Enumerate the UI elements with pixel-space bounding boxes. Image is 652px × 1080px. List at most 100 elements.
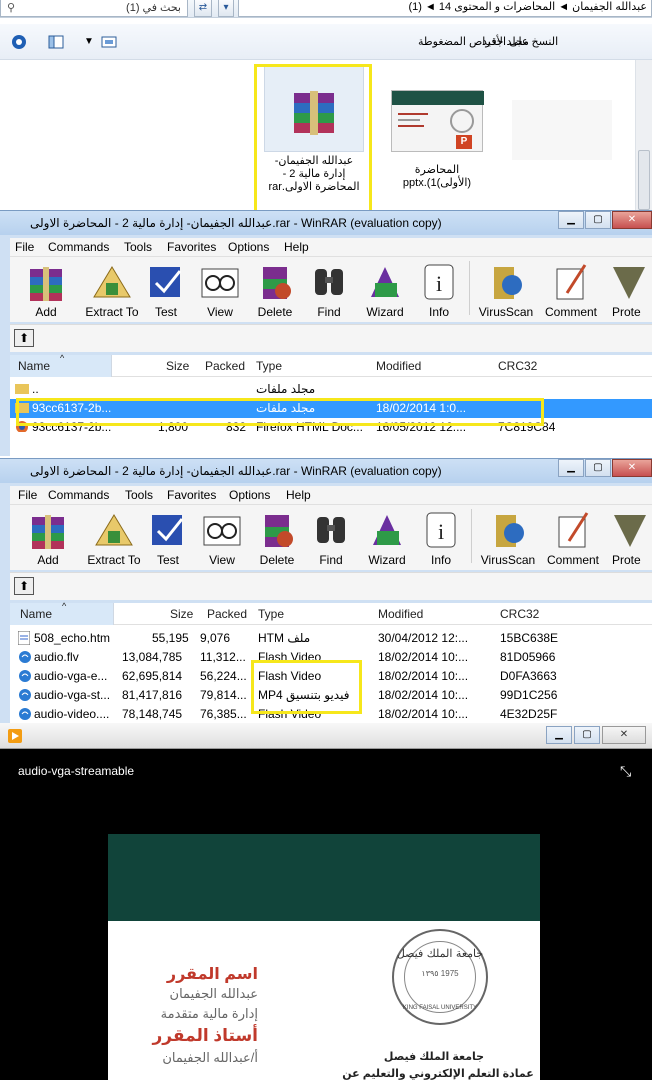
table-row[interactable]: audio-vga-e... 62,695,814 56,224... Flas… [10, 667, 652, 686]
file-item-rar[interactable]: عبدالله الجفيمان- إدارة مالية 2 - المحاض… [264, 66, 364, 194]
minimize-button[interactable]: ▁ [558, 211, 584, 229]
virusscan-button[interactable]: VirusScan [476, 257, 536, 321]
toolbar-separator [469, 261, 470, 315]
file-item-pptx[interactable]: P المحاضرة (الأولى)1).pptx [388, 90, 486, 190]
university-logo: جامعة الملك فيصل ١٣٩٥ 1975 KING FAISAL U… [392, 929, 488, 1025]
refresh-button[interactable]: ⇄ [194, 0, 212, 17]
menu-favorites[interactable]: Favorites [167, 240, 216, 254]
wizard-button[interactable]: Wizard [356, 257, 414, 321]
menu-options[interactable]: Options [228, 240, 269, 254]
menu-help[interactable]: Help [284, 240, 309, 254]
table-row-selected[interactable]: 93cc6137-2b... مجلد ملفات 18/02/2014 1:0… [10, 399, 652, 418]
delete-button[interactable]: Delete [248, 505, 306, 569]
test-button[interactable]: Test [140, 505, 196, 569]
preview-pane-icon[interactable] [48, 34, 64, 50]
minimize-button[interactable]: ▁ [546, 726, 572, 744]
test-button[interactable]: Test [138, 257, 194, 321]
minimize-button[interactable]: ▁ [558, 459, 584, 477]
help-icon[interactable] [11, 34, 27, 50]
window-title: عبدالله الجفيمان- إدارة مالية 2 - المحاض… [30, 464, 442, 478]
up-folder-button[interactable]: ⬆ [14, 329, 34, 347]
menu-options[interactable]: Options [229, 488, 270, 502]
close-button[interactable]: ✕ [602, 726, 646, 744]
close-button[interactable]: ✕ [612, 211, 652, 229]
menu-tools[interactable]: Tools [125, 488, 153, 502]
vertical-scrollbar[interactable] [635, 60, 652, 215]
maximize-button[interactable]: ▢ [585, 459, 611, 477]
menu-commands[interactable]: Commands [48, 240, 109, 254]
history-dropdown-button[interactable]: ▾ [218, 0, 234, 17]
col-type[interactable]: Type [256, 359, 282, 373]
protect-button[interactable]: Prote [606, 257, 652, 321]
add-button[interactable]: Add [17, 257, 75, 321]
title-bar: عبدالله الجفيمان- إدارة مالية 2 - المحاض… [0, 459, 652, 483]
address-bar-row: ⚲ بحث في (1) ⇄ ▾ عبدالله الجفيمان ◄ المح… [0, 0, 652, 18]
maximize-button[interactable]: ▢ [574, 726, 600, 744]
info-button[interactable]: i Info [412, 505, 470, 569]
menu-help[interactable]: Help [286, 488, 311, 502]
view-button[interactable]: View [191, 257, 249, 321]
col-size[interactable]: Size [170, 607, 193, 621]
comment-button[interactable]: Comment [542, 505, 604, 569]
add-button[interactable]: Add [19, 505, 77, 569]
title-bar: عبدالله الجفيمان- إدارة مالية 2 - المحاض… [0, 211, 652, 235]
col-modified[interactable]: Modified [376, 359, 421, 373]
table-row[interactable]: .. مجلد ملفات [10, 380, 652, 399]
find-button[interactable]: Find [302, 505, 360, 569]
col-crc32[interactable]: CRC32 [498, 359, 537, 373]
breadcrumb[interactable]: عبدالله الجفيمان ◄ المحاضرات و المحتوى 1… [238, 0, 652, 17]
view-button[interactable]: View [193, 505, 251, 569]
view-options-icon[interactable] [101, 34, 117, 50]
test-icon [146, 263, 186, 301]
up-folder-button[interactable]: ⬆ [14, 577, 34, 595]
info-button[interactable]: i Info [410, 257, 468, 321]
menu-tools[interactable]: Tools [124, 240, 152, 254]
col-crc32[interactable]: CRC32 [500, 607, 539, 621]
comment-button[interactable]: Comment [540, 257, 602, 321]
table-row[interactable]: audio-video.... 78,148,745 76,385... Fla… [10, 705, 652, 724]
col-name[interactable]: Name [18, 359, 50, 373]
teacher-name: أ/عبدالله الجفيمان [162, 1050, 258, 1065]
video-file-icon [18, 707, 32, 724]
protect-button[interactable]: Prote [608, 505, 652, 569]
find-button[interactable]: Find [300, 257, 358, 321]
extract-to-button[interactable]: Extract To [79, 505, 149, 569]
wizard-button[interactable]: Wizard [358, 505, 416, 569]
pptx-thumbnail: P [391, 90, 484, 152]
info-icon: i [419, 263, 459, 301]
file-list: .. مجلد ملفات 93cc6137-2b... مجلد ملفات … [10, 377, 652, 457]
folder-icon [15, 401, 29, 416]
menu-file[interactable]: File [18, 488, 37, 502]
virusscan-button[interactable]: VirusScan [478, 505, 538, 569]
close-button[interactable]: ✕ [612, 459, 652, 477]
instructor-name: عبدالله الجفيمان [169, 986, 258, 1001]
table-row[interactable]: 508_echo.htm 55,195 9,076 HTM ملف 30/04/… [10, 629, 652, 648]
find-icon [309, 263, 349, 301]
menu-commands[interactable]: Commands [48, 488, 109, 502]
fullscreen-exit-icon[interactable]: ⤡ [620, 763, 636, 779]
burn-button[interactable]: النسخ على الأقراص المضغوطة [418, 35, 558, 48]
extract-icon [92, 263, 132, 301]
col-packed[interactable]: Packed [205, 359, 245, 373]
menu-file[interactable]: File [15, 240, 34, 254]
menu-favorites[interactable]: Favorites [167, 488, 216, 502]
col-modified[interactable]: Modified [378, 607, 423, 621]
comment-icon [553, 511, 593, 549]
extract-to-button[interactable]: Extract To [77, 257, 147, 321]
col-name[interactable]: Name [20, 607, 52, 621]
col-size[interactable]: Size [166, 359, 189, 373]
video-frame[interactable]: جامعة الملك فيصل ١٣٩٥ 1975 KING FAISAL U… [108, 834, 540, 1080]
col-packed[interactable]: Packed [207, 607, 247, 621]
chevron-down-icon[interactable]: ▼ [84, 36, 100, 52]
table-row[interactable]: audio-vga-st... 81,417,816 79,814... MP4… [10, 686, 652, 705]
scrollbar-thumb[interactable] [638, 150, 650, 210]
search-input[interactable]: ⚲ بحث في (1) [0, 0, 188, 17]
col-type[interactable]: Type [258, 607, 284, 621]
table-row[interactable]: 93cc6137-2b... 1,800 832 Firefox HTML Do… [10, 418, 652, 432]
delete-button[interactable]: Delete [246, 257, 304, 321]
maximize-button[interactable]: ▢ [585, 211, 611, 229]
htm-file-icon [18, 631, 30, 648]
file-area: عبدالله الجفيمان- إدارة مالية 2 - المحاض… [0, 60, 652, 215]
explorer-window: ⚲ بحث في (1) ⇄ ▾ عبدالله الجفيمان ◄ المح… [0, 0, 652, 215]
table-row[interactable]: audio.flv 13,084,785 11,312... Flash Vid… [10, 648, 652, 667]
